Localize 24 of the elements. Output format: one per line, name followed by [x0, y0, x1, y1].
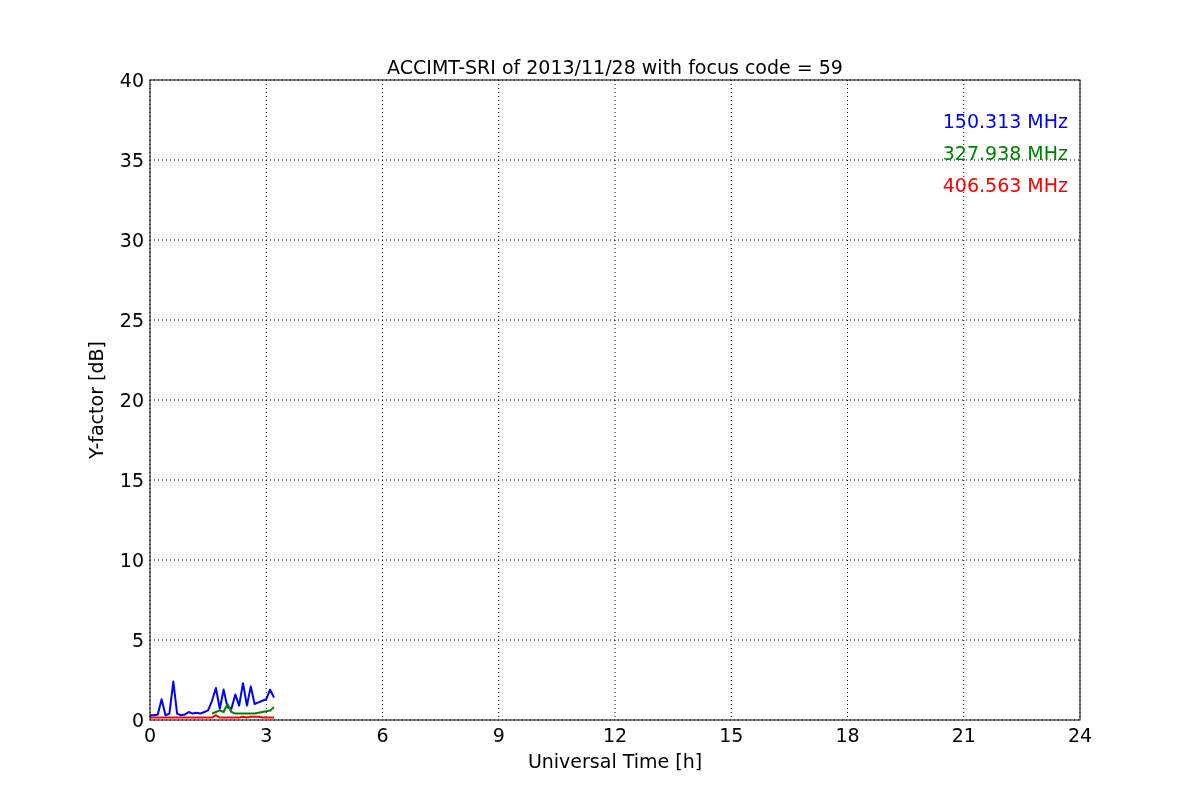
x-tick-label: 15 — [719, 724, 744, 746]
x-tick-label: 12 — [602, 724, 628, 746]
y-tick-label: 35 — [119, 149, 144, 171]
chart-title: ACCIMT-SRI of 2013/11/28 with focus code = 59 — [387, 56, 843, 78]
x-tick-label: 18 — [835, 724, 860, 746]
x-axis-label: Universal Time [h] — [527, 750, 703, 772]
x-tick-label: 3 — [260, 724, 273, 746]
x-tick-label: 9 — [492, 724, 505, 746]
x-tick-label: 24 — [1067, 724, 1093, 746]
y-tick-label: 0 — [131, 709, 144, 731]
legend-label: 150.313 MHz — [942, 110, 1068, 132]
y-axis-label: Y-factor [dB] — [85, 341, 107, 459]
x-tick-label: 6 — [376, 724, 389, 746]
legend-label: 327.938 MHz — [942, 142, 1068, 164]
x-tick-label: 21 — [951, 724, 976, 746]
y-tick-label: 40 — [119, 69, 144, 91]
y-tick-label: 25 — [119, 309, 144, 331]
y-tick-label: 15 — [119, 469, 144, 491]
x-tick-label: 0 — [143, 724, 157, 746]
y-tick-label: 20 — [119, 389, 144, 411]
legend-label: 406.563 MHz — [942, 174, 1068, 196]
y-tick-label: 5 — [131, 629, 144, 651]
y-tick-label: 30 — [119, 229, 144, 251]
y-tick-label: 10 — [119, 549, 144, 571]
